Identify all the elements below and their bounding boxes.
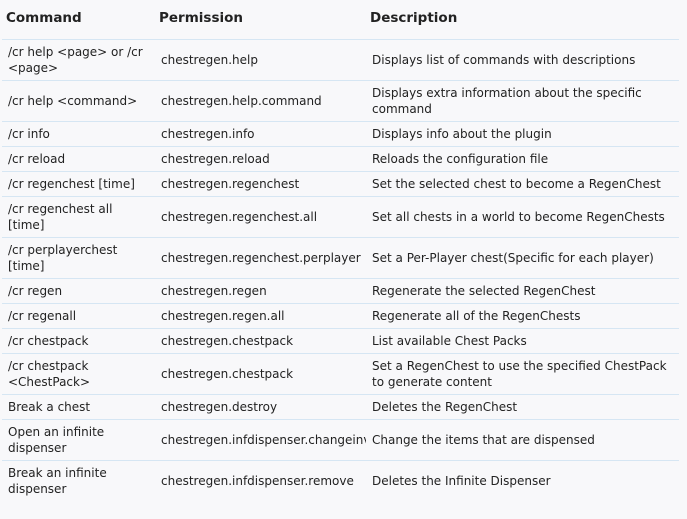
cell-command: Break a chest bbox=[2, 394, 155, 420]
cell-description: Set a Per-Player chest(Specific for each… bbox=[366, 237, 679, 279]
table-row: /cr regenchest [time] chestregen.regenche… bbox=[2, 171, 679, 197]
header-permission: Permission bbox=[155, 0, 366, 40]
header-command: Command bbox=[2, 0, 155, 40]
table-row: Break a chest chestregen.destroy Deletes t… bbox=[2, 394, 679, 420]
table-row: /cr reload chestregen.reload Reloads the c… bbox=[2, 146, 679, 172]
cell-command: /cr perplayerchest [time] bbox=[2, 237, 155, 279]
cell-command: Open an infinite dispenser bbox=[2, 419, 155, 461]
cell-permission: chestregen.help bbox=[155, 39, 366, 81]
table-row: /cr regenall chestregen.regen.all Regenera… bbox=[2, 303, 679, 329]
table-row: /cr help <page> or /cr <page> chestregen.… bbox=[2, 39, 679, 81]
cell-permission: chestregen.chestpack bbox=[155, 353, 366, 395]
cell-command: /cr regenall bbox=[2, 303, 155, 329]
cell-description: List available Chest Packs bbox=[366, 328, 679, 354]
cell-command: /cr regen bbox=[2, 278, 155, 304]
cell-permission: chestregen.regenchest bbox=[155, 171, 366, 197]
cell-permission: chestregen.infdispenser.remove bbox=[161, 473, 354, 488]
cell-permission: chestregen.infdispenser.changeinv bbox=[155, 419, 366, 461]
cell-permission: chestregen.regen bbox=[155, 278, 366, 304]
table-row: Break an infinite dispenser chestregen.in… bbox=[2, 460, 679, 501]
cell-command: Break an infinite dispenser bbox=[8, 465, 107, 496]
cell-command: /cr info bbox=[2, 121, 155, 147]
cell-permission: chestregen.regenchest.all bbox=[155, 196, 366, 238]
cell-permission: chestregen.help.command bbox=[155, 80, 366, 122]
table-row: /cr help <command> chestregen.help.comman… bbox=[2, 80, 679, 122]
cell-description: Displays info about the plugin bbox=[366, 121, 679, 147]
table-row: /cr regenchest all [time] chestregen.rege… bbox=[2, 196, 679, 238]
table-row: /cr chestpack <ChestPack> chestregen.ches… bbox=[2, 353, 679, 395]
cell-description: Regenerate all of the RegenChests bbox=[366, 303, 679, 329]
cell-permission: chestregen.regenchest.perplayer bbox=[155, 237, 366, 279]
table-row: /cr info chestregen.info Displays info abo… bbox=[2, 121, 679, 147]
cell-permission: chestregen.regen.all bbox=[155, 303, 366, 329]
table-row: /cr regen chestregen.regen Regenerate the … bbox=[2, 278, 679, 304]
cell-description: Deletes the Infinite Dispenser bbox=[372, 473, 551, 488]
cell-command: /cr help <page> or /cr <page> bbox=[2, 39, 155, 81]
cell-command: /cr chestpack <ChestPack> bbox=[2, 353, 155, 395]
cell-permission: chestregen.destroy bbox=[155, 394, 366, 420]
cell-description: Change the items that are dispensed bbox=[366, 419, 679, 461]
cell-description: Set all chests in a world to become Rege… bbox=[366, 196, 679, 238]
cell-command: /cr chestpack bbox=[2, 328, 155, 354]
cell-command: /cr regenchest [time] bbox=[2, 171, 155, 197]
cell-command: /cr regenchest all [time] bbox=[2, 196, 155, 238]
cell-description: Set the selected chest to become a Regen… bbox=[366, 171, 679, 197]
table-row: /cr perplayerchest [time] chestregen.rege… bbox=[2, 237, 679, 279]
table-row: /cr chestpack chestregen.chestpack List av… bbox=[2, 328, 679, 354]
cell-description: Displays list of commands with descripti… bbox=[366, 39, 679, 81]
cell-permission: chestregen.chestpack bbox=[155, 328, 366, 354]
cell-description: Regenerate the selected RegenChest bbox=[366, 278, 679, 304]
cell-description: Deletes the RegenChest bbox=[366, 394, 679, 420]
cell-command: /cr help <command> bbox=[2, 80, 155, 122]
cell-description: Displays extra information about the spe… bbox=[366, 80, 679, 122]
header-description: Description bbox=[366, 0, 679, 40]
commands-table: Command Permission Description /cr help … bbox=[2, 0, 679, 501]
cell-command: /cr reload bbox=[2, 146, 155, 172]
cell-description: Set a RegenChest to use the specified Ch… bbox=[366, 353, 679, 395]
table-row: Open an infinite dispenser chestregen.inf… bbox=[2, 419, 679, 461]
table-header-row: Command Permission Description bbox=[2, 0, 679, 40]
cell-permission: chestregen.info bbox=[155, 121, 366, 147]
cell-permission: chestregen.reload bbox=[155, 146, 366, 172]
cell-description: Reloads the configuration file bbox=[366, 146, 679, 172]
